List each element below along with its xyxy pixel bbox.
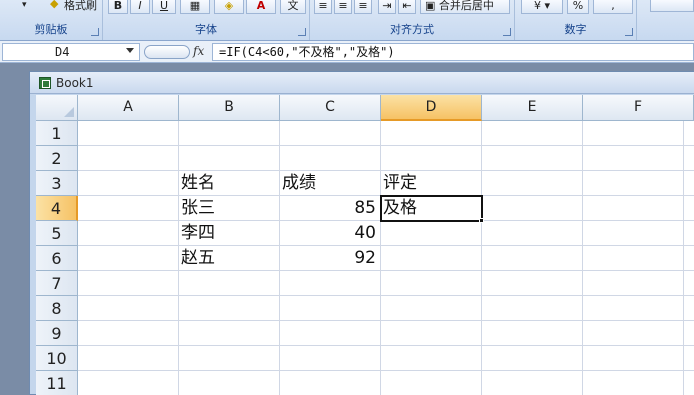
formula-input[interactable]: =IF(C4<60,"不及格","及格") bbox=[212, 43, 694, 61]
merge-center-icon: ▣ bbox=[425, 0, 436, 12]
excel-book-icon bbox=[39, 77, 51, 89]
comma-icon: , bbox=[611, 0, 615, 12]
row-header-9[interactable]: 9 bbox=[36, 321, 78, 346]
column-header-e[interactable]: E bbox=[482, 95, 583, 121]
cell-c5[interactable]: 40 bbox=[280, 221, 379, 246]
column-header-c[interactable]: C bbox=[280, 95, 381, 121]
merge-center-button[interactable]: ▣ 合并后居中 bbox=[420, 0, 510, 14]
cell-c3[interactable]: 成绩 bbox=[282, 171, 380, 196]
number-dialog-launcher-icon[interactable] bbox=[625, 28, 633, 36]
styles-button[interactable] bbox=[650, 0, 694, 12]
formula-bar-splitter[interactable] bbox=[144, 45, 190, 59]
cell-c4[interactable]: 85 bbox=[280, 196, 379, 221]
row-header-10[interactable]: 10 bbox=[36, 346, 78, 371]
name-box[interactable]: D4 bbox=[2, 43, 140, 61]
merge-center-label: 合并后居中 bbox=[438, 0, 494, 12]
percent-button[interactable]: % bbox=[567, 0, 589, 14]
format-painter-button[interactable]: 格式刷 bbox=[64, 0, 97, 13]
alignment-dialog-launcher-icon[interactable] bbox=[503, 28, 511, 36]
alignment-group-label: 对齐方式 bbox=[390, 23, 434, 36]
align-center-icon: ≡ bbox=[338, 0, 348, 12]
outdent-icon: ⇤ bbox=[402, 0, 412, 12]
workbook-title: Book1 bbox=[56, 76, 94, 90]
align-left-button[interactable]: ≡ bbox=[314, 0, 332, 14]
border-icon: ▦ bbox=[189, 0, 201, 12]
font-group: B I U ▦ ◈ A 文 字体 bbox=[103, 0, 310, 40]
column-header-f[interactable]: F bbox=[583, 95, 694, 121]
number-group-label: 数字 bbox=[564, 23, 587, 36]
align-center-button[interactable]: ≡ bbox=[334, 0, 352, 14]
comma-style-button[interactable]: , bbox=[593, 0, 633, 14]
active-cell-border bbox=[380, 195, 483, 222]
row-header-11[interactable]: 11 bbox=[36, 371, 78, 395]
currency-button[interactable]: ¥ ▾ bbox=[521, 0, 563, 14]
workbook-titlebar[interactable]: Book1 bbox=[30, 72, 694, 94]
italic-button[interactable]: I bbox=[130, 0, 150, 14]
align-right-icon: ≡ bbox=[358, 0, 368, 12]
phonetic-button[interactable]: 文 bbox=[280, 0, 306, 14]
insert-function-icon[interactable]: fx bbox=[193, 44, 204, 58]
clipboard-group-label: 剪贴板 bbox=[34, 23, 68, 36]
row-header-3[interactable]: 3 bbox=[36, 171, 78, 196]
indent-icon: ⇥ bbox=[382, 0, 392, 12]
clipboard-dialog-launcher-icon[interactable] bbox=[91, 28, 99, 36]
percent-icon: % bbox=[572, 0, 584, 12]
column-header-d[interactable]: D bbox=[381, 95, 482, 121]
row-header-7[interactable]: 7 bbox=[36, 271, 78, 296]
column-header-a[interactable]: A bbox=[78, 95, 179, 121]
cell-b5[interactable]: 李四 bbox=[181, 221, 279, 246]
row-header-8[interactable]: 8 bbox=[36, 296, 78, 321]
cell-c6[interactable]: 92 bbox=[280, 246, 379, 271]
border-button[interactable]: ▦ bbox=[180, 0, 210, 14]
cell-b4[interactable]: 张三 bbox=[181, 196, 279, 221]
column-header-b[interactable]: B bbox=[179, 95, 280, 121]
clipboard-group: ▾ ◆ 格式刷 剪贴板 bbox=[0, 0, 103, 40]
cell-area[interactable]: 姓名 成绩 评定 张三 85 及格 李四 40 赵五 92 bbox=[78, 121, 694, 395]
cell-b3[interactable]: 姓名 bbox=[181, 171, 279, 196]
spreadsheet-grid: A B C D E F 1 2 3 4 5 6 7 8 9 10 11 姓名 成… bbox=[36, 95, 694, 395]
fill-handle[interactable] bbox=[479, 218, 484, 223]
outdent-button[interactable]: ⇤ bbox=[398, 0, 416, 14]
row-header-1[interactable]: 1 bbox=[36, 121, 78, 146]
currency-icon: ¥ ▾ bbox=[533, 0, 551, 12]
number-group: ¥ ▾ % , 数字 bbox=[515, 0, 637, 40]
row-header-4[interactable]: 4 bbox=[36, 196, 78, 221]
bold-button[interactable]: B bbox=[108, 0, 128, 14]
cell-d3[interactable]: 评定 bbox=[383, 171, 481, 196]
font-dialog-launcher-icon[interactable] bbox=[298, 28, 306, 36]
fill-color-icon: ◈ bbox=[224, 0, 234, 12]
select-all-button[interactable] bbox=[36, 95, 78, 121]
fill-color-button[interactable]: ◈ bbox=[214, 0, 244, 14]
row-header-2[interactable]: 2 bbox=[36, 146, 78, 171]
align-left-icon: ≡ bbox=[318, 0, 328, 12]
name-box-dropdown-icon[interactable] bbox=[126, 48, 134, 53]
alignment-group: ≡ ≡ ≡ ⇥ ⇤ ▣ 合并后居中 对齐方式 bbox=[310, 0, 515, 40]
format-painter-icon: ◆ bbox=[50, 0, 59, 10]
row-header-5[interactable]: 5 bbox=[36, 221, 78, 246]
indent-button[interactable]: ⇥ bbox=[378, 0, 396, 14]
formula-bar: D4 fx =IF(C4<60,"不及格","及格") bbox=[0, 41, 694, 63]
underline-button[interactable]: U bbox=[152, 0, 176, 14]
font-color-button[interactable]: A bbox=[246, 0, 276, 14]
row-header-6[interactable]: 6 bbox=[36, 246, 78, 271]
paste-dropdown-icon[interactable]: ▾ bbox=[22, 0, 27, 10]
font-group-label: 字体 bbox=[195, 23, 217, 36]
align-right-button[interactable]: ≡ bbox=[354, 0, 372, 14]
ribbon: ▾ ◆ 格式刷 剪贴板 B I U ▦ ◈ A 文 字体 ≡ ≡ ≡ ⇥ ⇤ ▣… bbox=[0, 0, 694, 41]
cell-b6[interactable]: 赵五 bbox=[181, 246, 279, 271]
